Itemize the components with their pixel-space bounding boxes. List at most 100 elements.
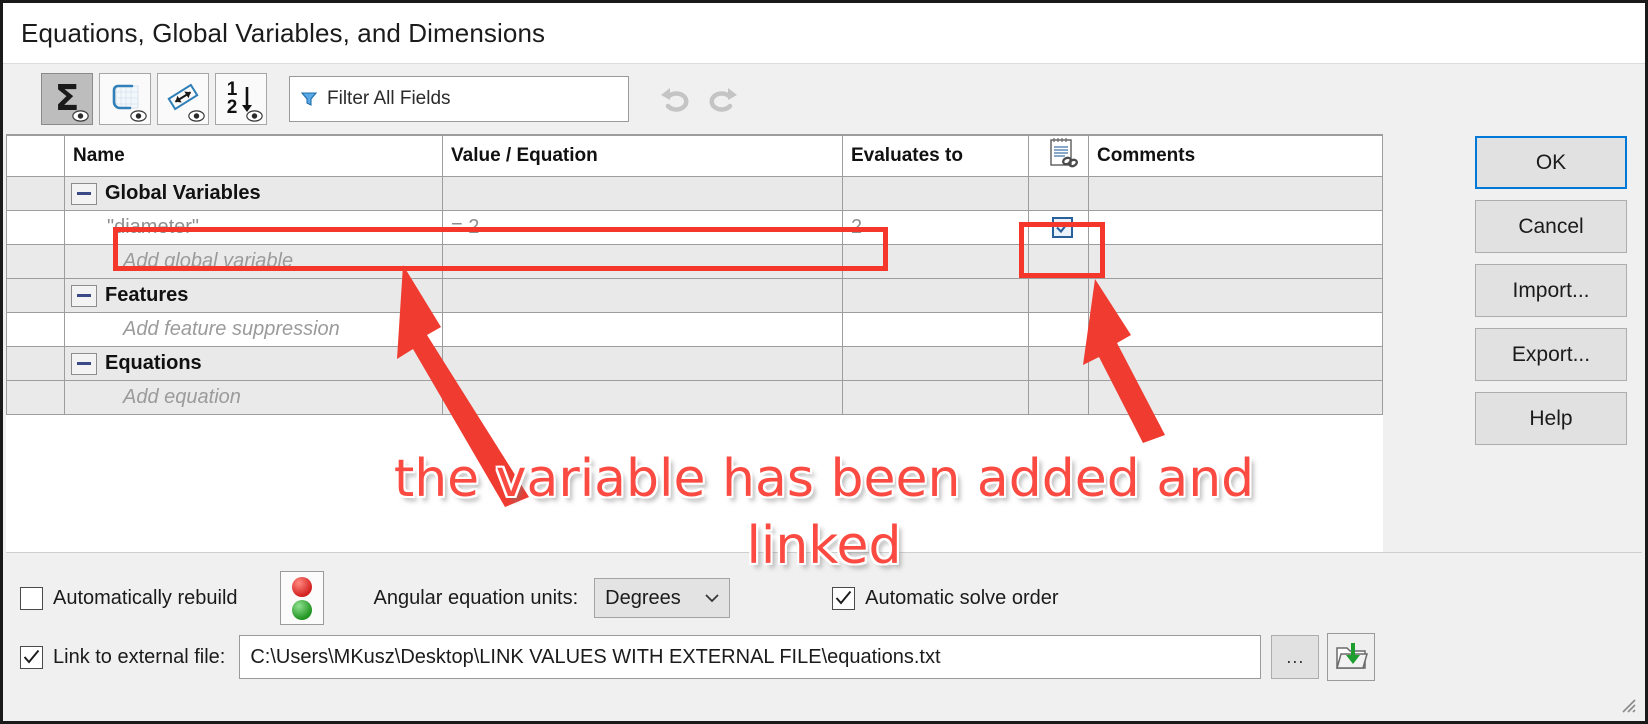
column-header-comments[interactable]: Comments [1088, 135, 1383, 177]
table-row[interactable]: Equations [6, 346, 1383, 381]
browse-button[interactable]: ... [1271, 635, 1320, 679]
column-header-value-equation[interactable]: Value / Equation [442, 135, 843, 177]
checkbox-box[interactable] [20, 586, 43, 610]
group-eval-cell [842, 176, 1029, 211]
placeholder-eval-cell [842, 244, 1029, 279]
placeholder-eval-cell [842, 312, 1029, 347]
link-to-external-file-checkbox[interactable]: Link to external file: [20, 645, 226, 669]
variable-evaluates-cell: 2 [842, 210, 1029, 245]
traffic-light-icon[interactable] [279, 571, 324, 625]
checkbox-box[interactable] [832, 586, 856, 610]
link-to-external-file-label: Link to external file: [53, 645, 226, 668]
ordered-view-button[interactable]: 12 [215, 73, 267, 125]
automatic-solve-order-checkbox[interactable]: Automatic solve order [832, 586, 1059, 610]
filter-input-text: Filter All Fields [327, 88, 451, 109]
group-link-cell [1028, 176, 1089, 211]
equations-dialog: Equations, Global Variables, and Dimensi… [0, 0, 1648, 724]
placeholder-link-cell [1028, 380, 1089, 415]
placeholder-value-cell [442, 244, 843, 279]
table-row[interactable]: Add feature suppression [6, 312, 1383, 347]
group-row-global-variables[interactable]: Global Variables [64, 176, 443, 211]
help-button[interactable]: Help [1475, 392, 1627, 445]
traffic-light-green [291, 599, 312, 620]
variable-name-cell[interactable]: "diameter" [64, 210, 443, 245]
add-equation-row[interactable]: Add equation [64, 380, 443, 415]
resize-grip-icon[interactable] [1619, 696, 1637, 714]
eye-icon [130, 110, 147, 122]
checkmark-icon [1056, 221, 1069, 234]
ok-button[interactable]: OK [1475, 136, 1627, 189]
table-row[interactable]: Features [6, 278, 1383, 313]
checkbox-box[interactable] [20, 645, 43, 669]
bottom-panel: Automatically rebuild Angular equation u… [6, 552, 1642, 718]
group-row-equations[interactable]: Equations [64, 346, 443, 381]
open-external-file-button[interactable] [1327, 633, 1376, 681]
table-row[interactable]: Global Variables [6, 176, 1383, 211]
placeholder-comments-cell [1088, 244, 1383, 279]
sort-order-icon: 12 [226, 78, 238, 118]
feature-suppression-view-button[interactable] [99, 73, 151, 125]
equations-view-button[interactable] [157, 73, 209, 125]
group-link-cell [1028, 278, 1089, 313]
collapse-expander-icon[interactable] [71, 284, 97, 307]
add-global-variable-row[interactable]: Add global variable [64, 244, 443, 279]
external-file-path-input[interactable]: C:\Users\MKusz\Desktop\LINK VALUES WITH … [239, 635, 1262, 679]
group-value-cell [442, 346, 843, 381]
group-link-cell [1028, 346, 1089, 381]
eye-icon [246, 110, 263, 122]
group-eval-cell [842, 278, 1029, 313]
filter-input[interactable]: Filter All Fields [289, 76, 629, 122]
page-title: Equations, Global Variables, and Dimensi… [21, 17, 546, 48]
angular-units-select[interactable]: Degrees [594, 578, 731, 618]
group-comments-cell [1088, 176, 1383, 211]
eye-icon [188, 110, 205, 122]
table-row[interactable]: "diameter" = 2 2 [6, 210, 1383, 245]
variable-evaluates-text: 2 [851, 216, 863, 238]
chevron-down-icon [705, 594, 719, 603]
equations-table-container[interactable]: Name Value / Equation Evaluates to Comme… [6, 134, 1383, 558]
linked-note-icon [1049, 138, 1078, 168]
angular-units-value: Degrees [605, 586, 681, 609]
row-gutter [6, 346, 65, 381]
cancel-button[interactable]: Cancel [1475, 200, 1627, 253]
export-button[interactable]: Export... [1475, 328, 1627, 381]
link-checkbox[interactable] [1052, 216, 1073, 238]
checkmark-icon [23, 649, 40, 663]
add-feature-suppression-row[interactable]: Add feature suppression [64, 312, 443, 347]
add-global-variable-label: Add global variable [123, 250, 294, 272]
group-comments-cell [1088, 346, 1383, 381]
table-row[interactable]: Add equation [6, 380, 1383, 415]
column-header-evaluates-to[interactable]: Evaluates to [842, 135, 1029, 177]
redo-icon[interactable] [705, 84, 739, 114]
bottom-row-external-file: Link to external file: C:\Users\MKusz\De… [20, 633, 1632, 681]
column-header-name[interactable]: Name [64, 135, 443, 177]
variable-link-cell[interactable] [1028, 210, 1089, 245]
filter-funnel-icon [300, 92, 318, 106]
placeholder-link-cell [1028, 244, 1089, 279]
group-row-features[interactable]: Features [64, 278, 443, 313]
global-variables-view-button[interactable]: Σ [41, 73, 93, 125]
automatically-rebuild-checkbox[interactable]: Automatically rebuild [20, 586, 238, 610]
bottom-row-options: Automatically rebuild Angular equation u… [20, 571, 1632, 625]
variable-value-text: = 2 [451, 216, 480, 238]
group-comments-cell [1088, 278, 1383, 313]
placeholder-value-cell [442, 312, 843, 347]
variable-value-cell[interactable]: = 2 [442, 210, 843, 245]
group-eval-cell [842, 346, 1029, 381]
collapse-expander-icon[interactable] [71, 182, 97, 205]
column-header-link[interactable] [1028, 135, 1089, 177]
placeholder-comments-cell [1088, 380, 1383, 415]
group-label: Equations [105, 352, 202, 374]
title-bar: Equations, Global Variables, and Dimensi… [3, 3, 1645, 64]
collapse-expander-icon[interactable] [71, 352, 97, 375]
variable-comments-cell[interactable] [1088, 210, 1383, 245]
traffic-light-red [291, 576, 312, 597]
placeholder-comments-cell [1088, 312, 1383, 347]
row-gutter [6, 278, 65, 313]
table-row[interactable]: Add global variable [6, 244, 1383, 279]
undo-icon[interactable] [659, 84, 693, 114]
import-button[interactable]: Import... [1475, 264, 1627, 317]
placeholder-eval-cell [842, 380, 1029, 415]
add-feature-suppression-label: Add feature suppression [123, 318, 340, 340]
row-gutter [6, 244, 65, 279]
